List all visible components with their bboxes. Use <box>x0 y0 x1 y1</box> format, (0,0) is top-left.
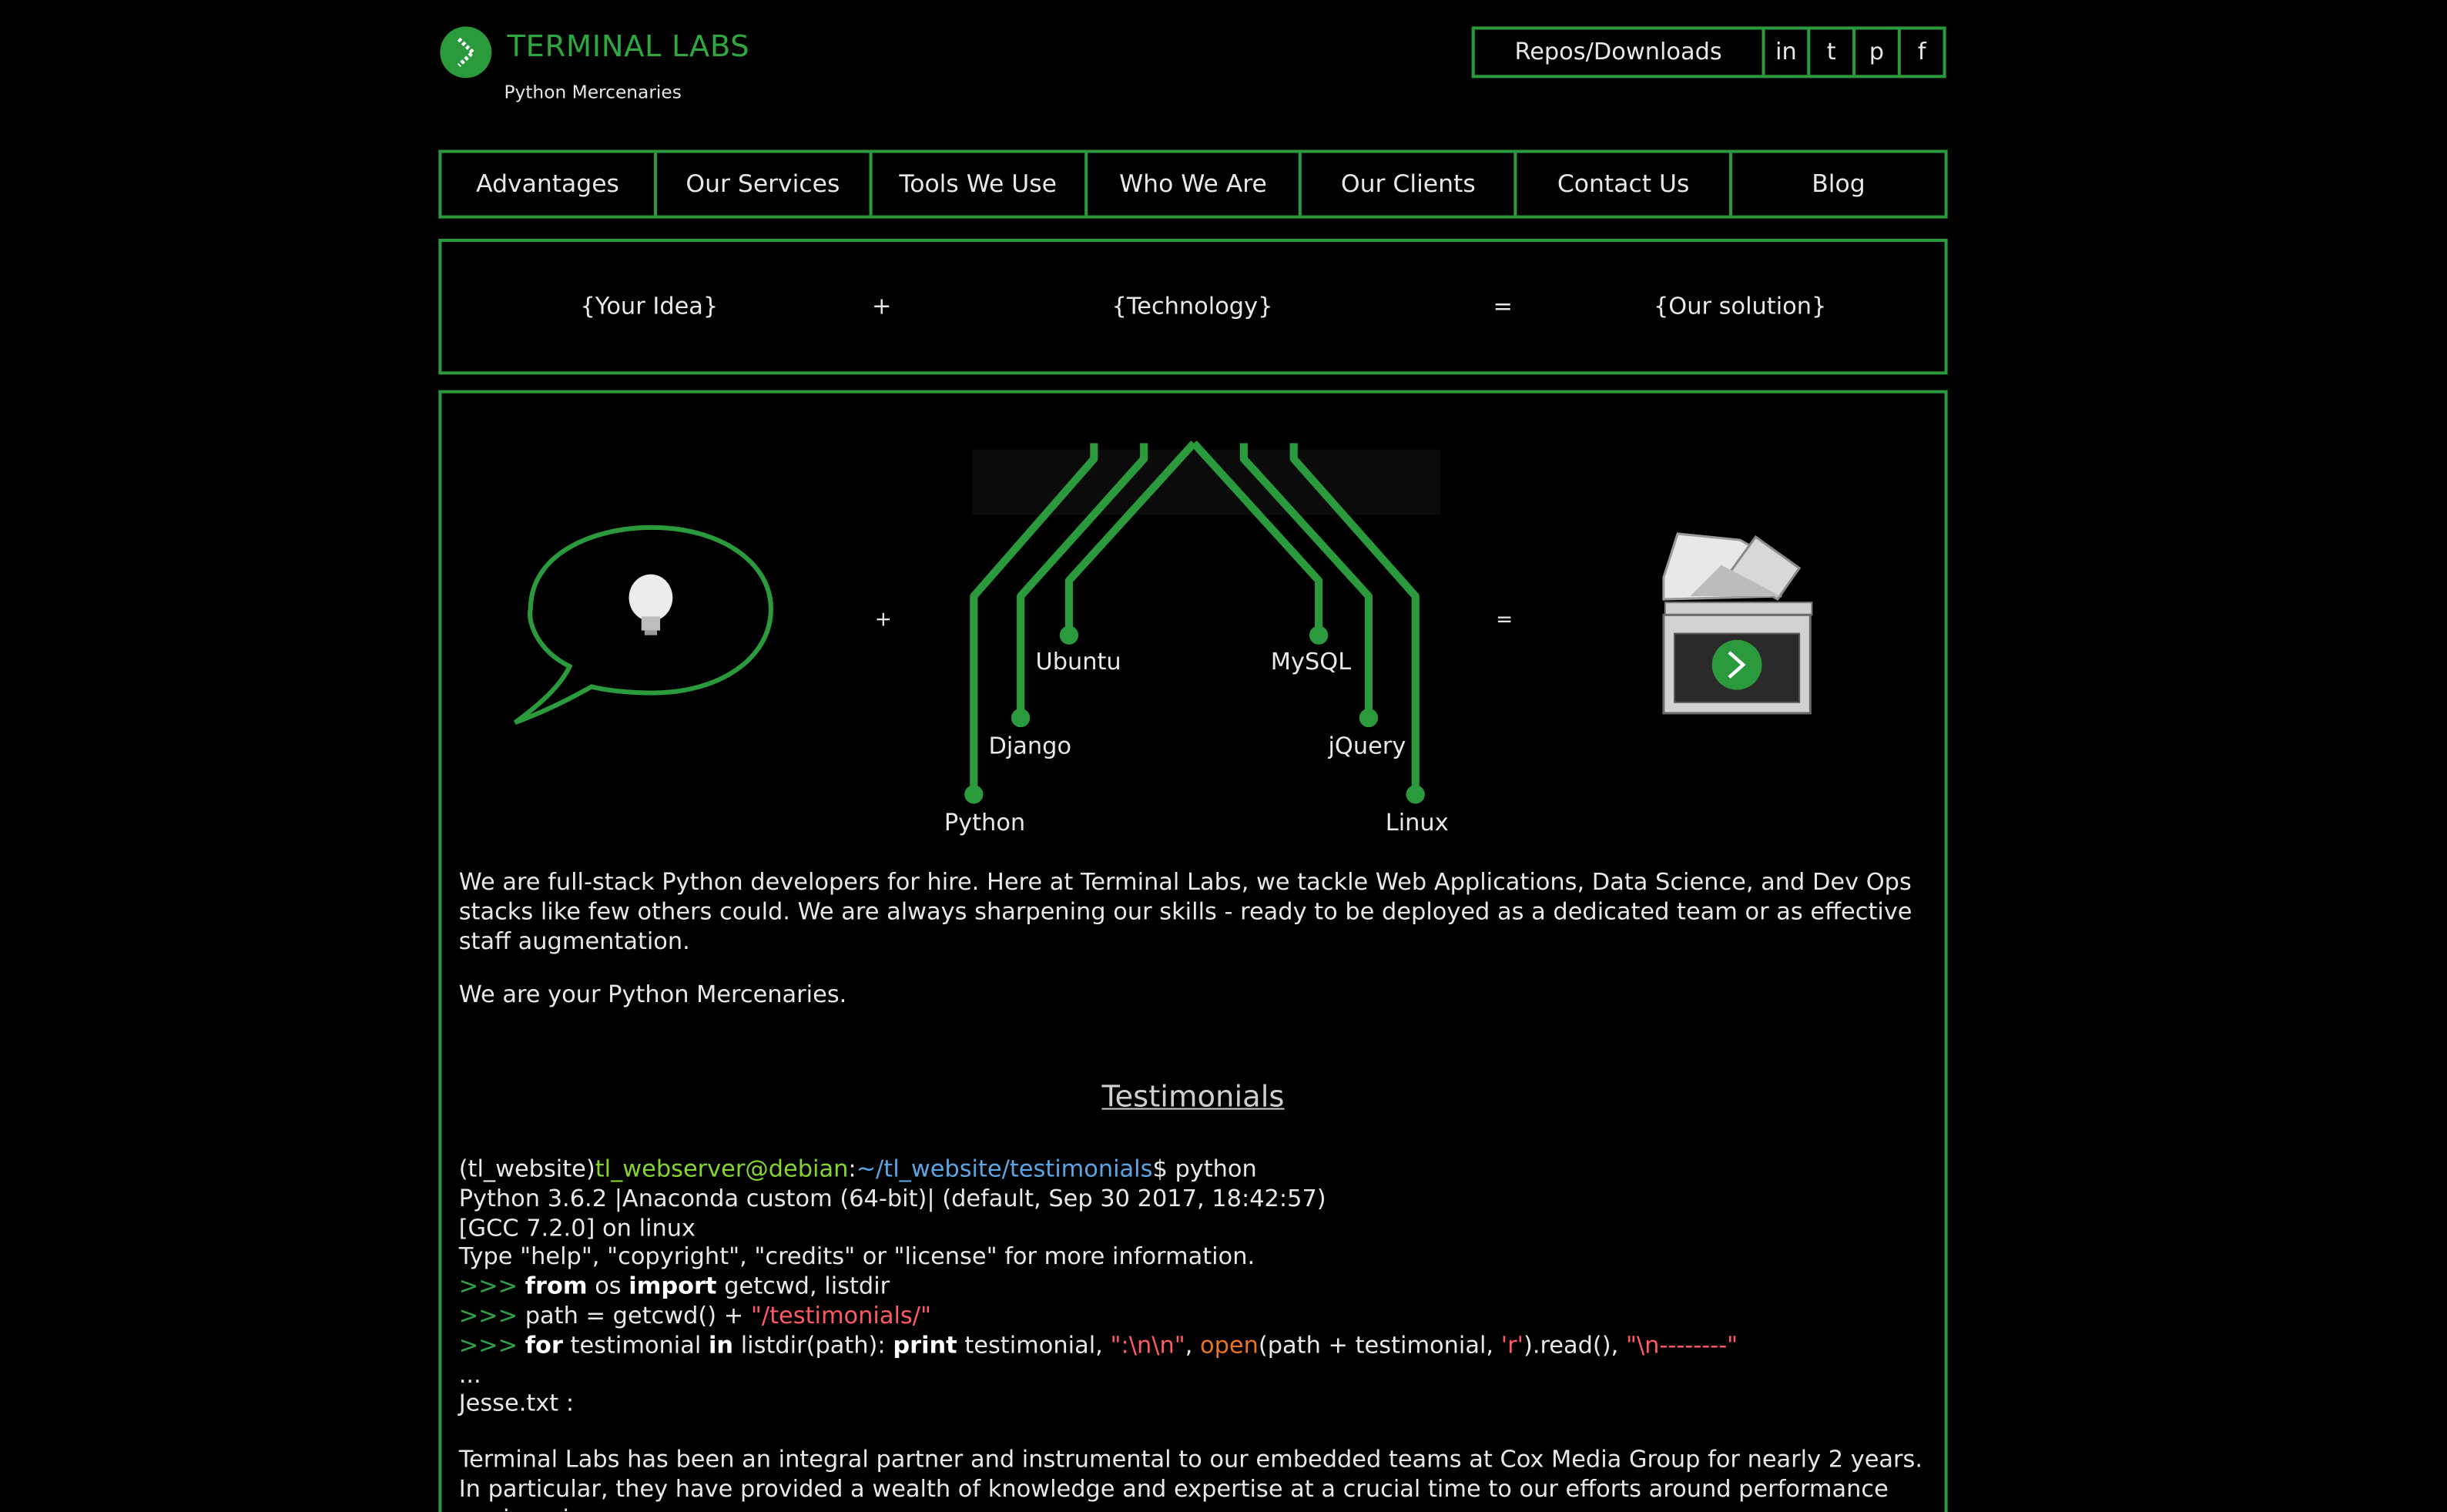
nav-advantages[interactable]: Advantages <box>441 153 653 216</box>
help-line: Type "help", "copyright", "credits" or "… <box>458 1242 1255 1272</box>
code-text: ).read(), <box>1523 1330 1626 1359</box>
repl-prompt: >>> <box>458 1330 525 1359</box>
main-content: + = Ubuntu MySQL Django jQuery Python Li… <box>438 390 1948 1512</box>
intro-paragraph: We are full-stack Python developers for … <box>458 867 1912 956</box>
brand-tagline: Python Mercenaries <box>504 81 682 103</box>
linkedin-link[interactable]: in <box>1762 29 1808 75</box>
facebook-link[interactable]: f <box>1897 29 1943 75</box>
code-keyword: print <box>893 1330 957 1359</box>
repl-continuation: ... <box>458 1359 481 1389</box>
code-text: , <box>1185 1330 1201 1359</box>
code-text: os <box>587 1272 629 1301</box>
code-text: testimonial, <box>957 1330 1111 1359</box>
pinterest-link[interactable]: p <box>1852 29 1898 75</box>
nav-who-we-are[interactable]: Who We Are <box>1084 153 1299 216</box>
code-string: ":\n\n" <box>1110 1330 1185 1359</box>
code-text: (path + testimonial, <box>1258 1330 1501 1359</box>
equation-equals: = <box>1493 291 1513 320</box>
python-version-line: Python 3.6.2 |Anaconda custom (64-bit)| … <box>458 1184 1326 1212</box>
code-keyword: for <box>525 1330 563 1359</box>
equation-technology: {Technology} <box>1111 291 1273 320</box>
repl-prompt: >>> <box>458 1301 525 1330</box>
prompt-user: tl_webserver@debian <box>595 1155 849 1183</box>
code-text: getcwd, listdir <box>716 1272 890 1301</box>
twitter-link[interactable]: t <box>1807 29 1852 75</box>
equation-plus: + <box>872 291 892 320</box>
solution-crate-icon <box>1662 532 1813 715</box>
code-keyword: import <box>629 1272 717 1301</box>
tech-label-jquery: jQuery <box>1328 732 1406 760</box>
code-builtin: open <box>1200 1330 1259 1359</box>
scaled-layout: TERMINAL LABS Python Mercenaries Repos/D… <box>0 0 2447 1512</box>
tech-label-python: Python <box>944 808 1026 837</box>
code-string: "\n--------" <box>1625 1330 1738 1359</box>
gcc-line: [GCC 7.2.0] on linux <box>458 1213 696 1242</box>
equation-banner: {Your Idea} + {Technology} = {Our soluti… <box>438 239 1948 375</box>
repos-downloads-link[interactable]: Repos/Downloads <box>1475 29 1762 75</box>
lightbulb-icon <box>629 574 673 635</box>
nav-blog[interactable]: Blog <box>1729 153 1944 216</box>
illustration <box>513 441 1813 804</box>
equation-solution: {Our solution} <box>1653 291 1827 320</box>
nav-tools-we-use[interactable]: Tools We Use <box>868 153 1084 216</box>
code-text: path = getcwd() + <box>525 1301 751 1330</box>
terminal-labs-logo-icon[interactable] <box>440 26 492 79</box>
brand-name[interactable]: TERMINAL LABS <box>507 29 749 64</box>
nav-our-services[interactable]: Our Services <box>653 153 869 216</box>
illustration-equals: = <box>1496 608 1513 632</box>
testimonial-quote: Terminal Labs has been an integral partn… <box>458 1445 1923 1512</box>
tech-label-linux: Linux <box>1385 808 1449 837</box>
repl-prompt: >>> <box>458 1272 525 1301</box>
tech-label-ubuntu: Ubuntu <box>1035 647 1121 676</box>
testimonials-heading: Testimonials <box>1101 1080 1285 1115</box>
tech-label-django: Django <box>988 732 1072 760</box>
tech-label-mysql: MySQL <box>1270 647 1352 676</box>
circuit-nodes-icon <box>964 625 1425 804</box>
page: TERMINAL LABS Python Mercenaries Repos/D… <box>0 0 2447 1512</box>
code-keyword: from <box>525 1272 588 1301</box>
code-text: testimonial <box>562 1330 709 1359</box>
code-string: 'r' <box>1500 1330 1524 1359</box>
code-string: "/testimonials/" <box>750 1301 932 1330</box>
prompt-path: ~/tl_website/testimonials <box>856 1155 1153 1183</box>
prompt-command: $ python <box>1152 1155 1257 1183</box>
header-links: Repos/Downloads in t p f <box>1471 26 1946 79</box>
intro-tagline: We are your Python Mercenaries. <box>458 980 847 1008</box>
terminal-transcript: (tl_website)tl_webserver@debian:~/tl_web… <box>459 1155 1934 1419</box>
nav-our-clients[interactable]: Our Clients <box>1299 153 1514 216</box>
main-nav: Advantages Our Services Tools We Use Who… <box>438 149 1948 219</box>
prompt-separator: : <box>848 1155 856 1183</box>
code-keyword: in <box>708 1330 734 1359</box>
prompt-env: (tl_website) <box>458 1155 595 1183</box>
illustration-plus: + <box>874 608 892 632</box>
testimonial-filename: Jesse.txt : <box>458 1390 575 1418</box>
code-text: listdir(path): <box>733 1330 893 1359</box>
nav-contact-us[interactable]: Contact Us <box>1513 153 1729 216</box>
equation-idea: {Your Idea} <box>580 291 719 320</box>
